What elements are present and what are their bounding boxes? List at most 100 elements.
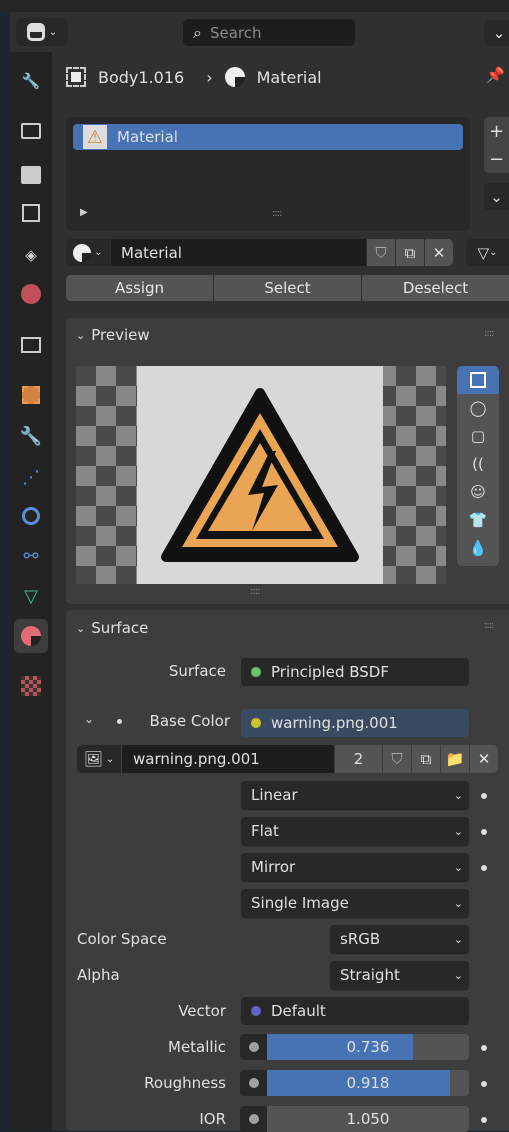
tab-view-layer[interactable] [14, 196, 48, 230]
tab-texture[interactable] [14, 669, 48, 703]
preview-hair-button[interactable]: (( [457, 450, 499, 478]
object-icon [22, 386, 40, 404]
fake-user-button[interactable]: ⛉ [367, 239, 395, 266]
texture-icon [21, 676, 41, 696]
tab-material[interactable] [14, 619, 48, 653]
unlink-material-button[interactable]: ✕ [425, 239, 453, 266]
color-space-label: Color Space [77, 930, 167, 948]
open-image-button[interactable]: 📁 [441, 745, 469, 773]
duplicate-material-button[interactable]: ⧉ [396, 239, 424, 266]
surface-label: Surface [168, 662, 226, 680]
projection-dropdown[interactable]: Flat ⌄ [241, 817, 469, 845]
keyframe-dot[interactable] [481, 865, 487, 871]
browse-image-button[interactable]: 🖼 ⌄ [77, 745, 121, 773]
surface-shader-field[interactable]: Principled BSDF [241, 658, 469, 686]
slot-specials-dropdown[interactable]: ⌄ [484, 183, 509, 210]
add-slot-button[interactable]: + [484, 117, 509, 145]
roughness-label: Roughness [144, 1074, 226, 1092]
material-name-field[interactable]: Material [111, 239, 366, 266]
chevron-down-icon: ⌄ [453, 788, 463, 802]
sphere-icon: ◯ [469, 399, 487, 417]
image-name-field[interactable]: warning.png.001 [122, 745, 334, 773]
preview-fluid-button[interactable]: 💧 [457, 534, 499, 562]
preview-plane-button[interactable] [457, 366, 499, 394]
editor-type-button[interactable]: ⌄ [16, 18, 68, 46]
material-icon [73, 243, 92, 262]
tab-particles[interactable]: ⋰ [14, 460, 48, 494]
tab-output[interactable] [14, 158, 48, 192]
view-layer-icon [22, 204, 40, 222]
tab-object[interactable] [14, 378, 48, 412]
editor-type-icon [26, 23, 45, 41]
drag-grip[interactable]: :::: [484, 328, 495, 339]
tab-constraints[interactable]: ⚯ [14, 539, 48, 573]
ior-slider[interactable]: 1.050 [240, 1106, 469, 1132]
preview-panel: ⌄ Preview :::: ◯ ▢ (( ☺ 👕 💧 :::: [66, 318, 509, 604]
folder-icon: 📁 [445, 750, 465, 768]
vector-field[interactable]: Default [241, 997, 469, 1025]
expand-arrow-icon[interactable]: ▶ [80, 207, 88, 218]
extension-dropdown[interactable]: Mirror ⌄ [241, 853, 469, 881]
warning-thumbnail-icon: ⚠ [83, 125, 107, 149]
resize-grip[interactable]: :::: [272, 208, 283, 219]
tab-tool[interactable]: 🔧 [14, 64, 48, 98]
material-icon [224, 67, 245, 87]
socket-icon [240, 1034, 267, 1060]
alpha-label: Alpha [77, 966, 120, 984]
color-space-dropdown[interactable]: sRGB ⌄ [330, 925, 469, 953]
drag-grip[interactable]: :::: [484, 620, 495, 631]
preview-monkey-button[interactable]: ☺ [457, 478, 499, 506]
select-button[interactable]: Select [214, 275, 361, 301]
tab-scene[interactable]: ◈ [14, 238, 48, 272]
search-icon: ⌕ [193, 22, 202, 42]
tab-data[interactable]: ▽ [14, 579, 48, 613]
preview-cloth-button[interactable]: 👕 [457, 506, 499, 534]
color-socket-icon [251, 718, 261, 728]
metallic-label: Metallic [168, 1038, 226, 1056]
deselect-button[interactable]: Deselect [362, 275, 509, 301]
keyframe-dot[interactable] [481, 793, 487, 799]
preview-cube-button[interactable]: ▢ [457, 422, 499, 450]
duplicate-image-button[interactable]: ⧉ [412, 745, 440, 773]
roughness-slider[interactable]: 0.918 [240, 1070, 469, 1096]
tab-modifiers[interactable]: 🔧 [14, 419, 48, 453]
image-users-count[interactable]: 2 [335, 745, 382, 773]
breadcrumb: Body1.016 › Material [66, 64, 322, 90]
link-dropdown[interactable]: ▽ ⌄ [466, 239, 509, 266]
fake-user-button[interactable]: ⛉ [383, 745, 411, 773]
base-color-field[interactable]: warning.png.001 [241, 709, 469, 737]
surface-panel-header[interactable]: ⌄ Surface [76, 619, 148, 637]
preview-panel-header[interactable]: ⌄ Preview [76, 326, 150, 344]
chevron-down-icon: ⌄ [453, 860, 463, 874]
metallic-slider[interactable]: 0.736 [240, 1034, 469, 1060]
material-preview-render [76, 366, 446, 584]
unlink-image-button[interactable]: ✕ [470, 745, 498, 773]
socket-icon [240, 1070, 267, 1096]
keyframe-dot[interactable] [481, 1081, 487, 1087]
collection-icon [21, 337, 41, 353]
keyframe-dot[interactable] [481, 1045, 487, 1051]
tab-render[interactable] [14, 114, 48, 148]
search-input[interactable]: ⌕ Search [183, 19, 355, 46]
keyframe-dot[interactable] [481, 829, 487, 835]
chevron-right-icon: › [206, 67, 213, 87]
assign-button[interactable]: Assign [66, 275, 213, 301]
warning-sign-icon [161, 388, 359, 562]
source-dropdown[interactable]: Single Image ⌄ [241, 889, 469, 917]
preview-sphere-button[interactable]: ◯ [457, 394, 499, 422]
options-dropdown[interactable]: ⌄ [484, 20, 509, 46]
tab-physics[interactable] [14, 499, 48, 533]
browse-material-button[interactable]: ⌄ [66, 239, 110, 266]
pin-icon[interactable]: 📌 [486, 66, 505, 84]
remove-slot-button[interactable]: − [484, 145, 509, 173]
interpolation-dropdown[interactable]: Linear ⌄ [241, 781, 469, 809]
output-icon [21, 166, 41, 184]
alpha-dropdown[interactable]: Straight ⌄ [330, 961, 469, 989]
list-item[interactable]: ⚠ Material [73, 124, 463, 150]
tab-world[interactable] [14, 277, 48, 311]
mesh-data-icon: ▽ [24, 585, 38, 607]
tab-collection[interactable] [14, 328, 48, 362]
resize-grip[interactable]: :::: [250, 586, 261, 597]
keyframe-dot[interactable] [481, 1117, 487, 1123]
tool-icon: 🔧 [21, 72, 41, 90]
